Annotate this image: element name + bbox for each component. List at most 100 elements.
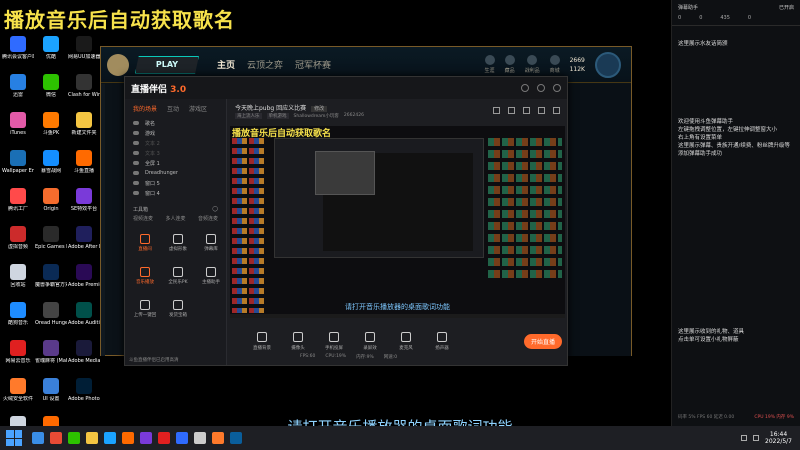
stream-preview[interactable]: 播放音乐后自动获取歌名 请打开音乐播放器的桌面歌词功能 (230, 126, 565, 318)
eye-icon[interactable] (133, 161, 139, 165)
desktop-icon[interactable]: Adobe Photosho... (68, 378, 100, 416)
desktop-icon[interactable]: 暴雪战网 (35, 150, 67, 188)
desktop-icon[interactable]: Adobe After Effects 2022 (68, 226, 100, 264)
share-icon[interactable] (538, 107, 545, 114)
network-icon[interactable] (741, 435, 748, 441)
danmu-panel[interactable]: 弹幕助手 已开启 0 0 435 0 这里展示水友话简颁 欢迎使用斗鱼弹幕助手 左键拖拽… (671, 0, 800, 426)
eye-icon[interactable] (133, 191, 139, 195)
toolbox-tab[interactable]: 视频连麦 (133, 215, 153, 222)
desktop-icon[interactable]: Adobe Media... (68, 340, 100, 378)
desktop-icon[interactable]: 优酷 (35, 36, 67, 74)
tool-button[interactable]: 上传一键回 (130, 294, 160, 324)
taskbar-app-icon[interactable] (230, 432, 242, 444)
taskbar-app-icon[interactable] (212, 432, 224, 444)
desktop-icon[interactable]: 斗鱼PK (35, 112, 67, 150)
eye-icon[interactable] (133, 151, 139, 155)
lol-nav-item[interactable]: 云顶之弈 (247, 58, 283, 71)
play-button[interactable]: PLAY (135, 55, 199, 74)
desktop-icon[interactable]: UI 设置 (35, 378, 67, 416)
stream-meta-item[interactable]: 海上流人乐 (235, 113, 262, 119)
desktop-icon[interactable]: 回收站 (2, 264, 34, 302)
desktop-icon[interactable]: Oread Hunger (35, 302, 67, 340)
source-item[interactable]: 窗口 4 (125, 188, 226, 198)
eye-icon[interactable] (133, 121, 139, 125)
control-button[interactable]: 麦克风 (393, 331, 419, 351)
taskbar-app-icon[interactable] (68, 432, 80, 444)
desktop-icon[interactable]: Origin (35, 188, 67, 226)
desktop-icon[interactable]: 迅雷 (2, 74, 34, 112)
clock[interactable]: 16:44 2022/5/7 (765, 431, 792, 445)
desktop-icon[interactable]: 魔兽争霸官方对战平台 (35, 264, 67, 302)
source-item[interactable]: 游戏 (125, 128, 226, 138)
taskbar-app-icon[interactable] (122, 432, 134, 444)
source-item[interactable]: 歌名 (125, 118, 226, 128)
taskbar-app-icon[interactable] (194, 432, 206, 444)
desktop-icon[interactable]: Adobe Premie... (68, 264, 100, 302)
edit-title-button[interactable]: 修改 (311, 106, 328, 112)
desktop-icon[interactable]: 斗鱼直播 (68, 150, 100, 188)
desktop-icon[interactable]: 网易云音乐 (2, 340, 34, 378)
taskbar-app-icon[interactable] (104, 432, 116, 444)
taskbar-app-icon[interactable] (176, 432, 188, 444)
close-icon[interactable] (553, 84, 561, 92)
scene-tab[interactable]: 互动 (167, 104, 179, 113)
desktop-icon[interactable]: Adobe Auditi... (68, 302, 100, 340)
streaming-app-window[interactable]: 直播伴侣 3.0 我的场景 互动 游戏区 歌名 游戏 文本 2 文本 3 全屏 1 Dread… (124, 76, 568, 366)
more-icon[interactable] (553, 107, 560, 114)
lol-menu-item[interactable]: 藏品 (504, 55, 515, 74)
taskbar-app-icon[interactable] (158, 432, 170, 444)
control-button[interactable]: 摄像头 (285, 331, 311, 351)
desktop-icon[interactable]: 腾讯工厂 (2, 188, 34, 226)
eye-icon[interactable] (133, 141, 139, 145)
minimize-icon[interactable] (537, 84, 545, 92)
link-icon[interactable] (523, 107, 530, 114)
tool-button[interactable]: 发货宝箱 (163, 294, 193, 324)
start-live-button[interactable]: 开始直播 (523, 333, 562, 349)
source-item[interactable]: 全屏 1 (125, 158, 226, 168)
source-item[interactable]: 文本 2 (125, 138, 226, 148)
avatar[interactable] (595, 51, 621, 78)
desktop-icon[interactable]: 酷狗音乐 (2, 302, 34, 340)
lol-menu-item[interactable]: 商城 (549, 55, 560, 74)
settings-icon[interactable] (521, 84, 529, 92)
toggle-icon[interactable]: ◯ (212, 206, 218, 213)
lol-nav-item[interactable]: 冠军杯赛 (295, 58, 331, 71)
desktop-icon[interactable]: 虚拟音频 (2, 226, 34, 264)
danmu-status[interactable]: 已开启 (779, 4, 794, 11)
layout-icon[interactable] (508, 107, 515, 114)
source-item[interactable]: 文本 3 (125, 148, 226, 158)
control-button[interactable]: 录屏效 (357, 331, 383, 351)
taskbar-app-icon[interactable] (50, 432, 62, 444)
toolbox-tab[interactable]: 多人连麦 (165, 215, 185, 222)
taskbar-app-icon[interactable] (140, 432, 152, 444)
desktop-icon[interactable]: Epic Games Launcher (35, 226, 67, 264)
desktop-icon[interactable]: 微信 (35, 74, 67, 112)
tool-button[interactable]: 全民乐PK (163, 261, 193, 291)
desktop-icon[interactable]: 雀魂麻将 (Mahjong... (35, 340, 67, 378)
scene-tab[interactable]: 游戏区 (189, 104, 207, 113)
scene-tab[interactable]: 我的场景 (133, 104, 157, 113)
tool-button[interactable]: 弹幕库 (196, 228, 226, 258)
stream-meta-item[interactable]: 单机游戏 (266, 113, 289, 119)
eye-icon[interactable] (133, 171, 139, 175)
tool-button[interactable]: 虚拟形象 (163, 228, 193, 258)
eye-icon[interactable] (133, 181, 139, 185)
source-item[interactable]: 窗口 5 (125, 178, 226, 188)
desktop-icon[interactable]: Wallpaper Engine:... (2, 150, 34, 188)
desktop-icon[interactable]: 网易UU加速器 (68, 36, 100, 74)
source-item[interactable]: Dreadhunger (125, 168, 226, 178)
desktop-icon[interactable]: 火绒安全软件 (2, 378, 34, 416)
desktop-icon[interactable]: SE特效平台 (68, 188, 100, 226)
taskbar-app-icon[interactable] (32, 432, 44, 444)
lol-menu-item[interactable]: 战利品 (525, 55, 540, 74)
toolbox-tab[interactable]: 音频连麦 (198, 215, 218, 222)
desktop-icon[interactable]: 新建文件夹 (68, 112, 100, 150)
tool-button[interactable]: 直播间 (130, 228, 160, 258)
tool-button[interactable]: 音乐播放 (130, 261, 160, 291)
control-button[interactable]: 直播背景 (249, 331, 275, 351)
lol-menu-item[interactable]: 生涯 (484, 55, 495, 74)
record-icon[interactable] (493, 107, 500, 114)
eye-icon[interactable] (133, 131, 139, 135)
desktop-icon[interactable]: iTunes (2, 112, 34, 150)
control-button[interactable]: 手机投屏 (321, 331, 347, 351)
